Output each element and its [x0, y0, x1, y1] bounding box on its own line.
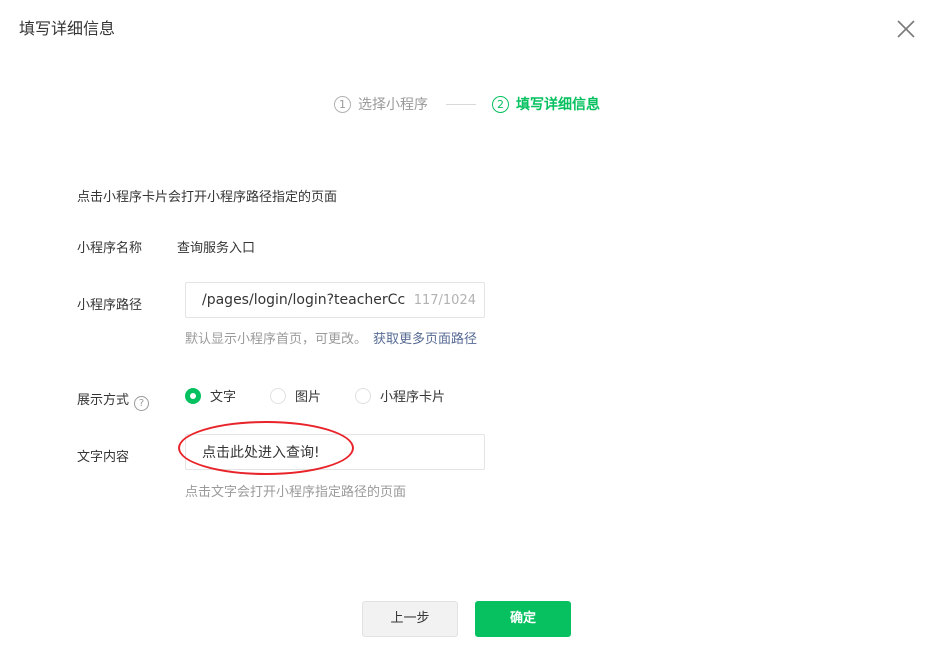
- radio-dot-checked: [185, 387, 201, 404]
- text-content-label: 文字内容: [77, 450, 130, 465]
- question-circle-icon[interactable]: ?: [134, 396, 150, 411]
- step-indicator: 1 选择小程序 2 填写详细信息: [334, 92, 600, 116]
- radio-image-label: 图片: [295, 390, 322, 405]
- text-content-input[interactable]: 点击此处进入查询!: [185, 434, 485, 470]
- radio-miniprogram-card[interactable]: 小程序卡片: [355, 386, 445, 405]
- path-input-value: /pages/login/login?teacherCc: [202, 292, 406, 308]
- radio-text-label: 文字: [210, 390, 237, 405]
- path-label: 小程序路径: [77, 298, 143, 313]
- radio-dot: [270, 387, 287, 404]
- prev-step-button[interactable]: 上一步: [362, 601, 458, 637]
- radio-dot: [355, 387, 372, 404]
- path-char-counter: 117/1024: [413, 292, 476, 308]
- step-fill-details: 2 填写详细信息: [492, 94, 600, 114]
- path-hint-text: 默认显示小程序首页，可更改。: [185, 332, 368, 347]
- step-label-1: 选择小程序: [358, 97, 428, 113]
- path-hint: 默认显示小程序首页，可更改。 获取更多页面路径: [185, 328, 477, 347]
- step-label-2: 填写详细信息: [516, 97, 600, 113]
- radio-text[interactable]: 文字: [185, 386, 236, 405]
- text-content-hint: 点击文字会打开小程序指定路径的页面: [185, 485, 407, 500]
- step-number-2: 2: [492, 95, 509, 113]
- step-select-miniprogram: 1 选择小程序: [334, 94, 428, 114]
- confirm-button[interactable]: 确定: [475, 601, 571, 637]
- radio-card-label: 小程序卡片: [380, 390, 446, 405]
- dialog: 填写详细信息 1 选择小程序 2 填写详细信息 点击小程序卡片会打开小程序路径指…: [0, 0, 937, 662]
- display-label-text: 展示方式: [77, 393, 130, 408]
- step-number-1: 1: [334, 95, 351, 113]
- display-mode-radio-group: 文字 图片 小程序卡片: [185, 386, 479, 405]
- text-content-value: 点击此处进入查询!: [202, 445, 320, 461]
- step-divider: [446, 103, 476, 105]
- name-label: 小程序名称: [77, 241, 143, 256]
- form-description: 点击小程序卡片会打开小程序路径指定的页面: [77, 190, 338, 205]
- name-value: 查询服务入口: [177, 241, 256, 256]
- more-paths-link[interactable]: 获取更多页面路径: [373, 332, 477, 347]
- display-label: 展示方式?: [77, 389, 150, 411]
- dialog-title: 填写详细信息: [19, 19, 116, 38]
- path-input[interactable]: /pages/login/login?teacherCc 117/1024: [185, 282, 485, 318]
- close-icon[interactable]: [895, 18, 917, 40]
- radio-image[interactable]: 图片: [270, 386, 321, 405]
